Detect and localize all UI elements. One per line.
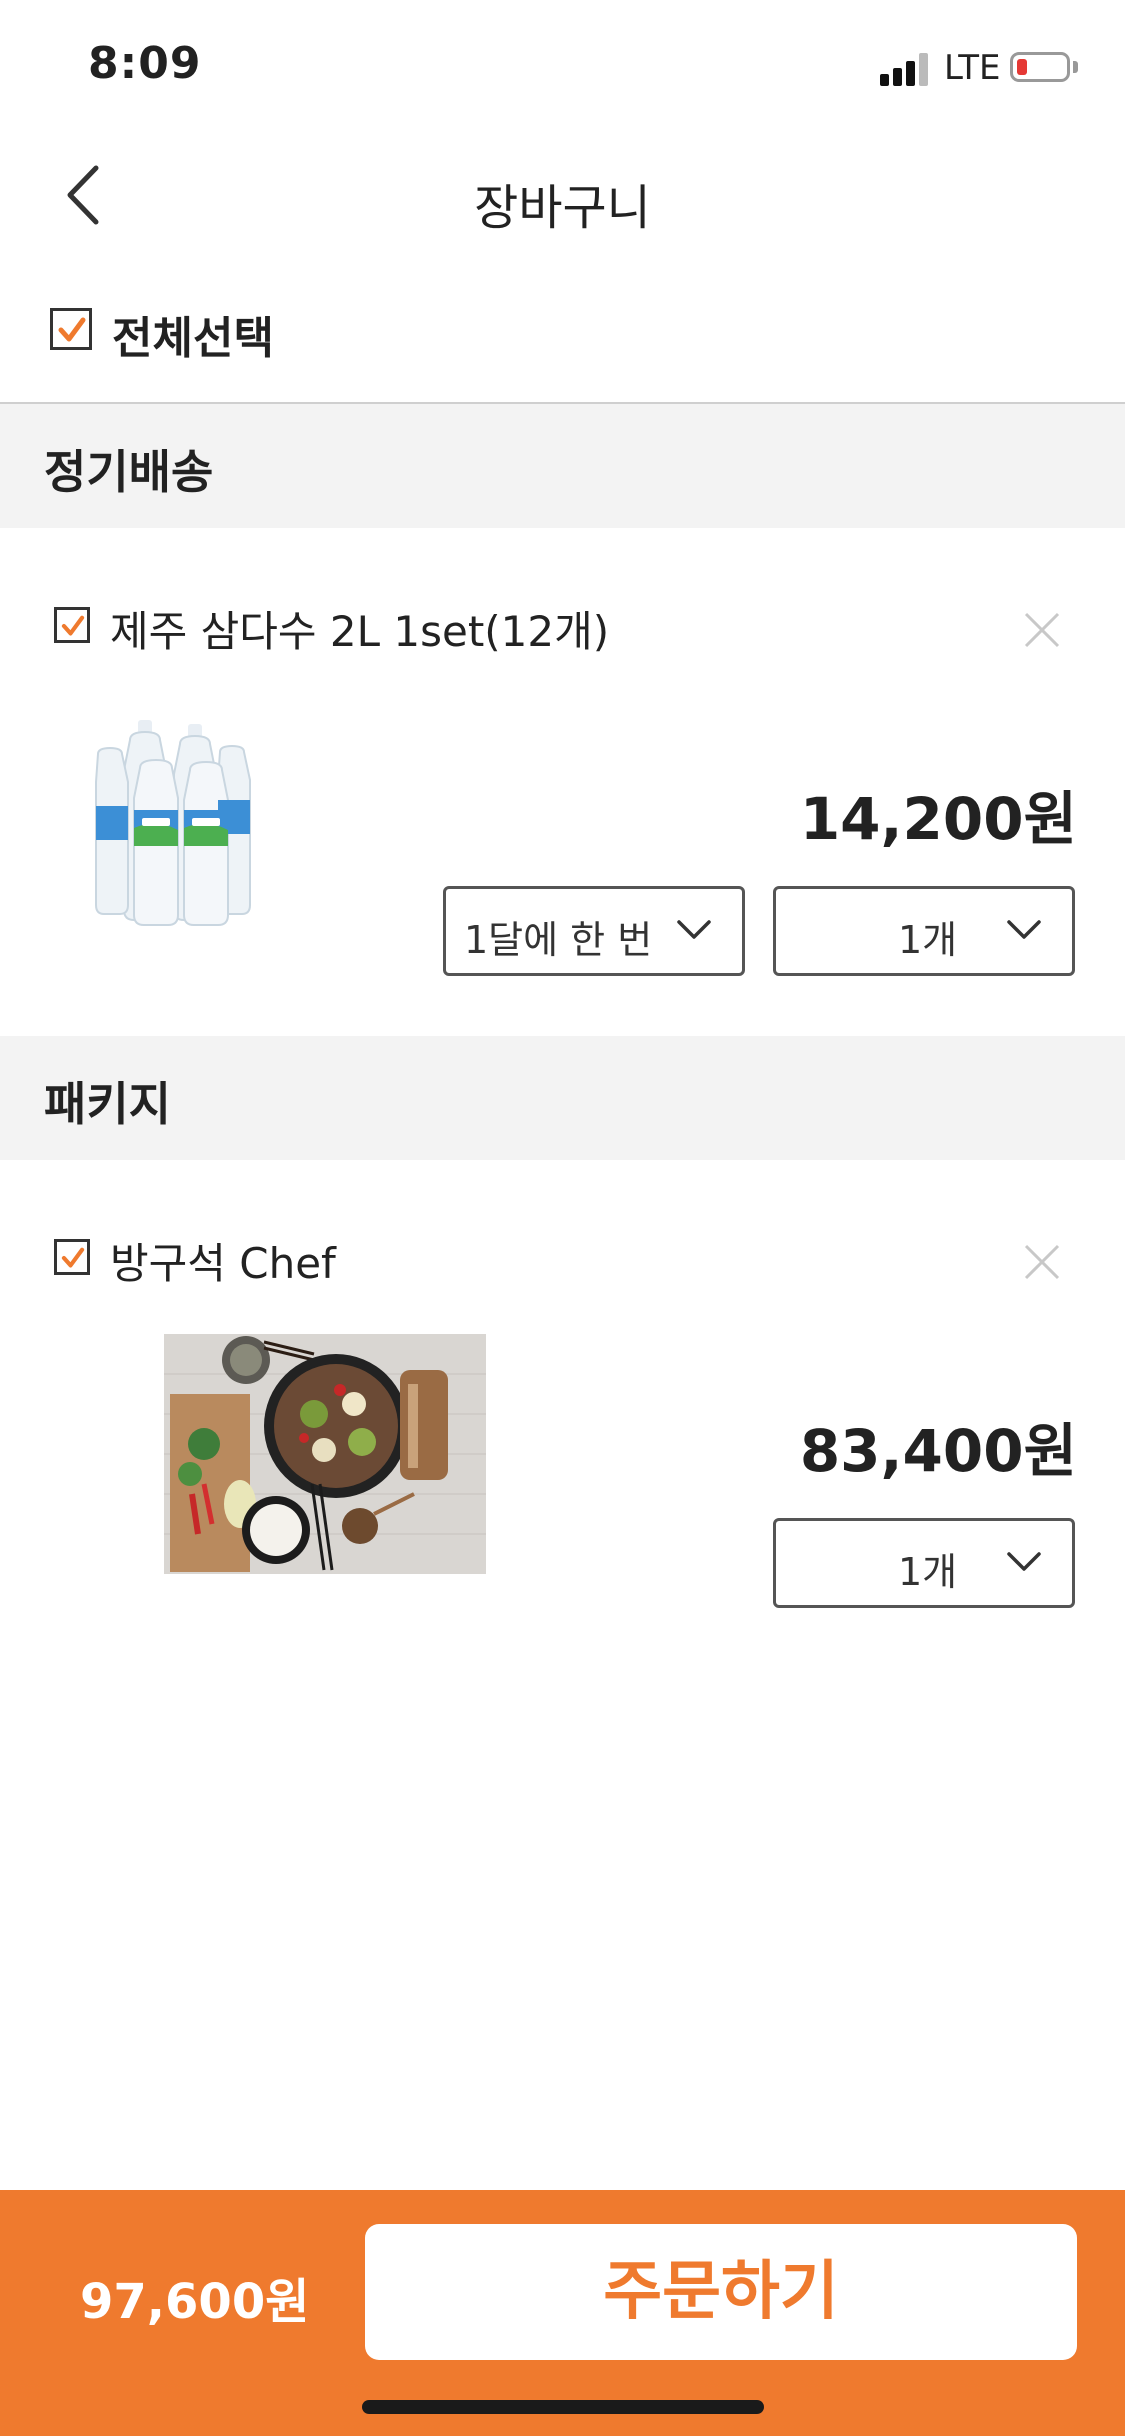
battery-nub (1073, 61, 1078, 73)
page-title: 장바구니 (474, 180, 651, 236)
item-checkbox[interactable] (54, 1239, 90, 1275)
quantity-dropdown[interactable]: 1개 (773, 886, 1075, 976)
close-icon[interactable] (1020, 1240, 1064, 1284)
check-icon (58, 317, 86, 342)
section-label-subscription: 정기배송 (44, 445, 214, 499)
select-all-label: 전체선택 (112, 313, 274, 364)
check-icon (61, 615, 85, 636)
order-button[interactable]: 주문하기 (365, 2224, 1077, 2360)
water-bottles-image (95, 720, 251, 926)
item-price: 14,200원 (799, 785, 1077, 853)
select-all-checkbox[interactable] (50, 308, 92, 350)
battery-icon (1010, 52, 1070, 82)
signal-icon (880, 53, 928, 86)
chevron-down-icon (677, 920, 711, 939)
section-label-package: 패키지 (44, 1077, 171, 1131)
network-label: LTE (944, 48, 1001, 88)
home-indicator (362, 2400, 764, 2414)
total-price: 97,600원 (80, 2274, 310, 2330)
close-icon[interactable] (1020, 608, 1064, 652)
status-time: 8:09 (88, 38, 202, 89)
check-icon (61, 1247, 85, 1268)
item-name: 제주 삼다수 2L 1set(12개) (110, 607, 610, 656)
item-name: 방구석 Chef (110, 1239, 336, 1288)
delivery-frequency-value: 1달에 한 번 (464, 918, 653, 962)
chevron-down-icon (1007, 920, 1041, 939)
quantity-dropdown[interactable]: 1개 (773, 1518, 1075, 1608)
quantity-value: 1개 (898, 918, 958, 962)
quantity-value: 1개 (898, 1550, 958, 1594)
hotpot-meal-image (164, 1334, 486, 1574)
delivery-frequency-dropdown[interactable]: 1달에 한 번 (443, 886, 745, 976)
item-price: 83,400원 (799, 1417, 1077, 1485)
chevron-down-icon (1007, 1552, 1041, 1571)
item-checkbox[interactable] (54, 607, 90, 643)
